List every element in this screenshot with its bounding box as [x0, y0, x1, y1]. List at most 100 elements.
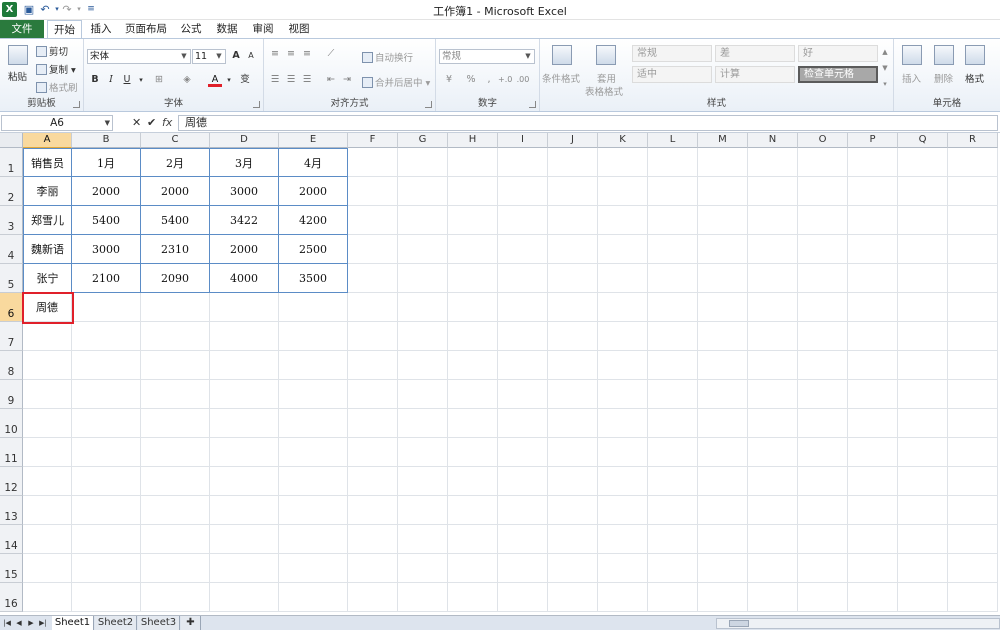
- cell-i10[interactable]: [498, 409, 548, 438]
- cell-g3[interactable]: [398, 206, 448, 235]
- cell-p11[interactable]: [848, 438, 898, 467]
- cell-g14[interactable]: [398, 525, 448, 554]
- cell-k12[interactable]: [598, 467, 648, 496]
- cell-b8[interactable]: [72, 351, 141, 380]
- cell-o9[interactable]: [798, 380, 848, 409]
- number-launcher-icon[interactable]: [529, 101, 536, 108]
- cell-e14[interactable]: [279, 525, 348, 554]
- column-header-n[interactable]: N: [748, 133, 798, 148]
- cell-l12[interactable]: [648, 467, 698, 496]
- cell-b4[interactable]: 3000: [72, 235, 141, 264]
- cell-c8[interactable]: [141, 351, 210, 380]
- cell-a7[interactable]: [23, 322, 72, 351]
- cell-a5[interactable]: 张宁: [23, 264, 72, 293]
- cell-o1[interactable]: [798, 148, 848, 177]
- cell-d11[interactable]: [210, 438, 279, 467]
- row-header-9[interactable]: 9: [0, 380, 23, 409]
- cell-q13[interactable]: [898, 496, 948, 525]
- fill-color-icon[interactable]: ◈: [180, 73, 194, 87]
- cell-r14[interactable]: [948, 525, 998, 554]
- align-left-icon[interactable]: ☰: [268, 73, 282, 87]
- cell-g15[interactable]: [398, 554, 448, 583]
- cell-b11[interactable]: [72, 438, 141, 467]
- worksheet-grid[interactable]: A B C D E F G H I J K L M N O P Q R 1 2 3 4 5 6 7 8 9 10 11 12 13 14 15 1…: [0, 133, 1000, 615]
- row-header-4[interactable]: 4: [0, 235, 23, 264]
- cell-a2[interactable]: 李丽: [23, 177, 72, 206]
- cell-l5[interactable]: [648, 264, 698, 293]
- cell-a8[interactable]: [23, 351, 72, 380]
- tab-page-layout[interactable]: 页面布局: [122, 20, 170, 38]
- gallery-more-icon[interactable]: ▾: [878, 77, 892, 91]
- underline-dropdown-icon[interactable]: ▾: [134, 73, 148, 87]
- cell-r3[interactable]: [948, 206, 998, 235]
- cell-e6[interactable]: [279, 293, 348, 322]
- cell-c6[interactable]: [141, 293, 210, 322]
- cell-o12[interactable]: [798, 467, 848, 496]
- grow-font-button[interactable]: A: [229, 49, 243, 63]
- cell-l6[interactable]: [648, 293, 698, 322]
- cell-b12[interactable]: [72, 467, 141, 496]
- cell-d9[interactable]: [210, 380, 279, 409]
- cell-e4[interactable]: 2500: [279, 235, 348, 264]
- cell-n7[interactable]: [748, 322, 798, 351]
- cell-o5[interactable]: [798, 264, 848, 293]
- cell-i8[interactable]: [498, 351, 548, 380]
- cell-p7[interactable]: [848, 322, 898, 351]
- cell-m14[interactable]: [698, 525, 748, 554]
- cell-n3[interactable]: [748, 206, 798, 235]
- style-normal[interactable]: 常规: [632, 45, 712, 62]
- cell-n6[interactable]: [748, 293, 798, 322]
- gallery-down-icon[interactable]: ▼: [878, 61, 892, 75]
- cell-c4[interactable]: 2310: [141, 235, 210, 264]
- confirm-entry-icon[interactable]: ✔: [147, 116, 156, 129]
- column-header-p[interactable]: P: [848, 133, 898, 148]
- cell-q8[interactable]: [898, 351, 948, 380]
- cell-b2[interactable]: 2000: [72, 177, 141, 206]
- cell-e11[interactable]: [279, 438, 348, 467]
- cell-o2[interactable]: [798, 177, 848, 206]
- cell-r16[interactable]: [948, 583, 998, 612]
- cell-g12[interactable]: [398, 467, 448, 496]
- cell-k3[interactable]: [598, 206, 648, 235]
- cell-f11[interactable]: [348, 438, 398, 467]
- cell-j11[interactable]: [548, 438, 598, 467]
- cell-h16[interactable]: [448, 583, 498, 612]
- cell-m9[interactable]: [698, 380, 748, 409]
- row-header-14[interactable]: 14: [0, 525, 23, 554]
- first-sheet-icon[interactable]: |◀: [2, 617, 12, 629]
- cell-r12[interactable]: [948, 467, 998, 496]
- style-calculation[interactable]: 计算: [715, 66, 795, 83]
- cell-e2[interactable]: 2000: [279, 177, 348, 206]
- cell-r8[interactable]: [948, 351, 998, 380]
- cell-q12[interactable]: [898, 467, 948, 496]
- cell-k10[interactable]: [598, 409, 648, 438]
- cell-b16[interactable]: [72, 583, 141, 612]
- percent-button[interactable]: %: [464, 73, 478, 87]
- cell-h13[interactable]: [448, 496, 498, 525]
- underline-button[interactable]: U: [120, 73, 134, 87]
- cell-j16[interactable]: [548, 583, 598, 612]
- font-color-button[interactable]: A: [208, 73, 222, 87]
- cell-l4[interactable]: [648, 235, 698, 264]
- cell-j6[interactable]: [548, 293, 598, 322]
- column-header-c[interactable]: C: [141, 133, 210, 148]
- cell-q4[interactable]: [898, 235, 948, 264]
- cell-f1[interactable]: [348, 148, 398, 177]
- cell-d7[interactable]: [210, 322, 279, 351]
- format-cells-icon[interactable]: [965, 45, 985, 65]
- cell-c16[interactable]: [141, 583, 210, 612]
- cell-p9[interactable]: [848, 380, 898, 409]
- cell-o11[interactable]: [798, 438, 848, 467]
- cell-q3[interactable]: [898, 206, 948, 235]
- cell-c2[interactable]: 2000: [141, 177, 210, 206]
- align-middle-icon[interactable]: ≡: [284, 47, 298, 61]
- column-header-o[interactable]: O: [798, 133, 848, 148]
- cell-q15[interactable]: [898, 554, 948, 583]
- cell-c5[interactable]: 2090: [141, 264, 210, 293]
- cell-j7[interactable]: [548, 322, 598, 351]
- cell-k1[interactable]: [598, 148, 648, 177]
- cell-h12[interactable]: [448, 467, 498, 496]
- cell-b14[interactable]: [72, 525, 141, 554]
- paste-icon[interactable]: [8, 45, 28, 65]
- cell-r1[interactable]: [948, 148, 998, 177]
